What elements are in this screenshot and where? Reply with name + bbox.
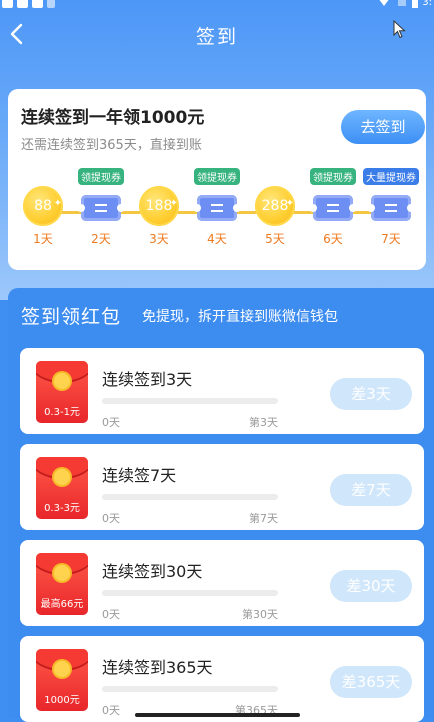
status-bar: 3: <box>0 0 434 14</box>
checkin-card: 连续签到一年领1000元 还需连续签到365天，直接到账 去签到 88 ✦ 1天 … <box>8 89 426 270</box>
home-indicator[interactable] <box>135 713 300 717</box>
page-title: 签到 <box>195 26 238 48</box>
reward-tag: 领提现券 <box>78 168 124 185</box>
battery-icon <box>412 0 418 8</box>
reward-tag: 领提现券 <box>194 168 240 185</box>
streak-day-3: 188 ✦ 3天 <box>133 186 185 247</box>
coupon-icon <box>193 195 241 221</box>
checkin-card-subtitle: 还需连续签到365天，直接到账 <box>21 138 202 153</box>
status-time: 3: <box>422 0 432 8</box>
progress-start-label: 0天 <box>102 512 120 525</box>
red-packet-icon: 0.3-3元 <box>36 457 88 519</box>
mouse-pointer-icon <box>393 20 406 39</box>
progress-bar <box>102 590 278 596</box>
reward-item: 最高66元 连续签到30天 0天 第30天 差30天 <box>20 540 424 626</box>
streak-day-label: 1天 <box>33 232 53 246</box>
signal-icon <box>398 0 406 6</box>
coin-icon: 188 ✦ <box>139 186 179 226</box>
progress-end-label: 第30天 <box>242 608 278 621</box>
coin-icon: 88 ✦ <box>23 186 63 226</box>
streak-day-label: 6天 <box>323 232 343 246</box>
streak-day-label: 7天 <box>381 232 401 246</box>
packet-amount: 0.3-3元 <box>44 503 80 514</box>
coupon-icon <box>77 195 125 221</box>
coupon-icon <box>367 195 415 221</box>
coupon-icon <box>309 195 357 221</box>
sim-icon <box>47 0 55 8</box>
progress-bar <box>102 686 278 692</box>
coin-icon: 288 ✦ <box>255 186 295 226</box>
packet-amount: 最高66元 <box>40 599 84 610</box>
reward-title: 连续签到3天 <box>102 370 193 389</box>
days-remaining-button[interactable]: 差7天 <box>330 474 412 506</box>
panel-subtitle: 免提现，拆开直接到账微信钱包 <box>142 309 338 325</box>
streak-day-7: 大量提现券 7天 <box>363 168 419 247</box>
streak-day-label: 3天 <box>149 232 169 246</box>
reward-tag: 领提现券 <box>310 168 356 185</box>
streak-day-label: 2天 <box>91 232 111 246</box>
streak-day-label: 4天 <box>207 232 227 246</box>
progress-start-label: 0天 <box>102 608 120 621</box>
progress-start-label: 0天 <box>102 704 120 717</box>
red-packet-icon: 0.3-1元 <box>36 361 88 423</box>
notification-icon <box>32 0 43 8</box>
streak-day-2: 领提现券 2天 <box>75 168 127 247</box>
reward-item: 0.3-3元 连续签7天 0天 第7天 差7天 <box>20 444 424 530</box>
days-remaining-button[interactable]: 差30天 <box>330 570 412 602</box>
progress-start-label: 0天 <box>102 416 120 429</box>
days-remaining-button[interactable]: 差3天 <box>330 378 412 410</box>
wifi-icon <box>378 0 390 6</box>
red-packet-icon: 1000元 <box>36 649 88 711</box>
days-remaining-button[interactable]: 差365天 <box>330 666 412 698</box>
reward-title: 连续签到30天 <box>102 562 203 581</box>
check-in-button[interactable]: 去签到 <box>341 110 425 144</box>
packet-amount: 1000元 <box>44 695 80 706</box>
notification-icon <box>2 0 13 8</box>
streak-day-4: 领提现券 4天 <box>191 168 243 247</box>
streak-day-1: 88 ✦ 1天 <box>17 186 69 247</box>
reward-item: 1000元 连续签到365天 0天 第365天 差365天 <box>20 636 424 722</box>
progress-end-label: 第3天 <box>249 416 278 429</box>
progress-end-label: 第7天 <box>249 512 278 525</box>
streak-day-6: 领提现券 6天 <box>307 168 359 247</box>
progress-bar <box>102 494 278 500</box>
streak-day-5: 288 ✦ 5天 <box>249 186 301 247</box>
progress-bar <box>102 398 278 404</box>
reward-tag: 大量提现券 <box>363 168 419 185</box>
red-packet-panel: 签到领红包 免提现，拆开直接到账微信钱包 0.3-1元 连续签到3天 0天 第3… <box>8 288 434 722</box>
panel-title: 签到领红包 <box>21 306 122 328</box>
reward-title: 连续签7天 <box>102 466 177 485</box>
reward-title: 连续签到365天 <box>102 658 213 677</box>
checkin-card-title: 连续签到一年领1000元 <box>21 108 205 128</box>
red-packet-icon: 最高66元 <box>36 553 88 615</box>
notification-icon <box>17 0 28 8</box>
streak-day-label: 5天 <box>265 232 285 246</box>
packet-amount: 0.3-1元 <box>44 407 80 418</box>
reward-item: 0.3-1元 连续签到3天 0天 第3天 差3天 <box>20 348 424 434</box>
